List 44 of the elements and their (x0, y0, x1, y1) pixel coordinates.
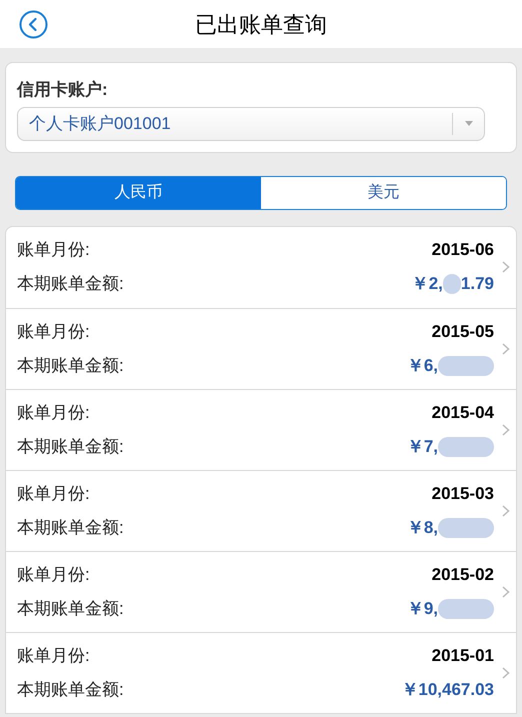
page-title: 已出账单查询 (195, 10, 327, 38)
bill-row[interactable]: 账单月份: 2015-02 本期账单金额: ￥9, (6, 550, 516, 632)
bill-amount: ￥9, (406, 598, 438, 620)
bill-amount: ￥8, (406, 516, 438, 539)
bill-row[interactable]: 账单月份: 2015-01 本期账单金额: ￥10,467.03 (6, 632, 516, 712)
caret-icon (464, 121, 472, 126)
bill-amount: ￥10,467.03 (401, 678, 494, 701)
bill-amount: 1.79 (460, 273, 494, 296)
chevron-icon (502, 586, 510, 598)
chevron-icon (502, 666, 510, 678)
chevron-icon (502, 261, 510, 273)
bill-month: 2015-01 (432, 644, 494, 667)
amount-label: 本期账单金额: (17, 354, 124, 377)
amount-label: 本期账单金额: (17, 436, 124, 458)
bill-row[interactable]: 账单月份: 2015-05 本期账单金额: ￥6, (6, 308, 516, 388)
currency-tab[interactable]: 人民币 (16, 176, 261, 208)
chevron-icon (502, 342, 510, 354)
amount-label: 本期账单金额: (17, 516, 124, 539)
month-label: 账单月份: (17, 402, 90, 424)
bill-month: 2015-02 (432, 564, 494, 586)
month-label: 账单月份: (17, 320, 90, 343)
amount-label: 本期账单金额: (17, 678, 124, 701)
amount-label: 本期账单金额: (17, 598, 124, 620)
chevron-icon (502, 424, 510, 436)
chevron-icon (502, 504, 510, 516)
month-label: 账单月份: (17, 564, 90, 586)
month-label: 账单月份: (17, 644, 90, 667)
back-icon[interactable] (19, 10, 48, 39)
account-label: 信用卡账户: (17, 79, 108, 101)
month-label: 账单月份: (17, 239, 90, 262)
currency-tab[interactable]: 美元 (261, 176, 506, 208)
bill-month: 2015-04 (432, 402, 494, 424)
bill-month: 2015-05 (432, 320, 494, 343)
bill-month: 2015-06 (432, 239, 494, 262)
account-dropdown[interactable]: 个人卡账户001001 (17, 106, 485, 140)
bill-month: 2015-03 (432, 482, 494, 505)
bill-row[interactable]: 账单月份: 2015-04 本期账单金额: ￥7, (6, 388, 516, 470)
bill-amount: ￥2, (412, 273, 443, 296)
bill-amount: ￥6, (406, 354, 438, 377)
bill-row[interactable]: 账单月份: 2015-03 本期账单金额: ￥8, (6, 470, 516, 550)
amount-label: 本期账单金额: (17, 273, 124, 296)
bill-amount: ￥7, (406, 436, 438, 458)
month-label: 账单月份: (17, 482, 90, 505)
bill-row[interactable]: 账单月份: 2015-06 本期账单金额: ￥2, 1.79 (6, 226, 516, 308)
